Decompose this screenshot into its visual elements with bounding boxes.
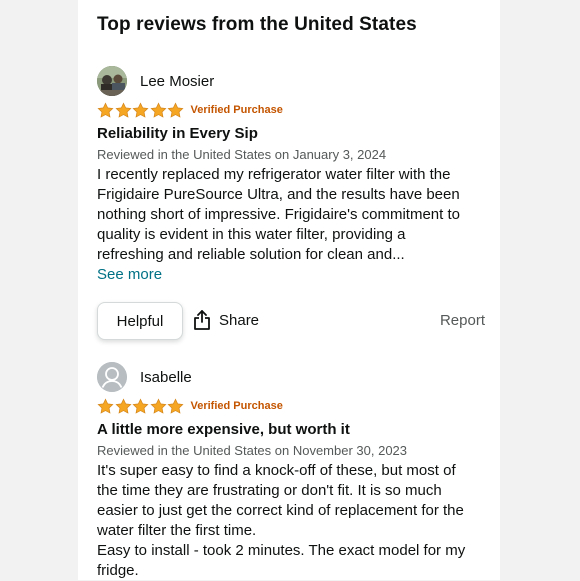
share-button[interactable]: Share <box>193 310 259 330</box>
review-date: Reviewed in the United States on Novembe… <box>97 443 408 458</box>
star-icon <box>149 101 167 118</box>
review-body-line: fridge. <box>97 562 139 579</box>
star-rating[interactable] <box>97 101 185 119</box>
reviewer-profile[interactable]: Isabelle <box>97 362 497 392</box>
star-icon <box>97 397 114 414</box>
star-icon <box>114 101 132 118</box>
reviewer-profile[interactable]: Lee Mosier <box>97 66 497 96</box>
star-icon <box>114 397 132 414</box>
review-body-line: nothing short of impressive. Frigidaire'… <box>97 206 460 223</box>
review-body-line: refreshing and reliable solution for cle… <box>97 246 405 263</box>
verified-purchase-badge: Verified Purchase <box>190 104 283 116</box>
share-icon <box>194 310 210 330</box>
star-icon <box>132 101 149 118</box>
review-body-line: water filter the first time. <box>97 522 257 539</box>
review-body-line: easier to just get the correct kind of r… <box>97 502 464 519</box>
review-body-line: quality is evident in this water filter,… <box>97 226 406 243</box>
review-actions: Helpful Share Report <box>97 302 485 342</box>
review-card: Isabelle Verified Purchase A little more… <box>97 362 497 581</box>
review-body: I recently replaced my refrigerator wate… <box>97 165 492 265</box>
review-body-line: Frigidaire PureSource Ultra, and the res… <box>97 186 460 203</box>
section-title: Top reviews from the United States <box>97 14 417 35</box>
share-label: Share <box>219 311 260 329</box>
star-icon <box>97 101 114 118</box>
star-icon <box>132 397 149 414</box>
reviewer-name[interactable]: Lee Mosier <box>140 73 214 90</box>
rating-row: Verified Purchase <box>97 397 497 415</box>
star-icon <box>167 101 184 118</box>
star-rating[interactable] <box>97 397 185 415</box>
review-body-line: It's super easy to find a knock-off of t… <box>97 462 456 479</box>
review-body-line: the time they are frustrating or don't f… <box>97 482 442 499</box>
user-photo-avatar[interactable] <box>97 66 127 96</box>
helpful-button[interactable]: Helpful <box>97 302 183 340</box>
review-body-line: Easy to install - took 2 minutes. The ex… <box>97 542 466 559</box>
review-body: It's super easy to find a knock-off of t… <box>97 461 492 581</box>
review-card: Lee Mosier Verified Purchase Reliability… <box>97 66 497 342</box>
review-title[interactable]: Reliability in Every Sip <box>97 124 497 144</box>
report-link[interactable]: Report <box>440 312 485 329</box>
default-user-avatar-icon[interactable] <box>97 362 127 392</box>
rating-row: Verified Purchase <box>97 101 497 119</box>
review-body-line: I recently replaced my refrigerator wate… <box>97 166 451 183</box>
star-icon <box>167 397 184 414</box>
reviewer-name[interactable]: Isabelle <box>140 369 192 386</box>
review-date: Reviewed in the United States on January… <box>97 147 387 162</box>
star-icon <box>149 397 167 414</box>
verified-purchase-badge: Verified Purchase <box>190 400 283 412</box>
see-more-link[interactable]: See more <box>97 265 497 285</box>
review-title[interactable]: A little more expensive, but worth it <box>97 420 497 440</box>
